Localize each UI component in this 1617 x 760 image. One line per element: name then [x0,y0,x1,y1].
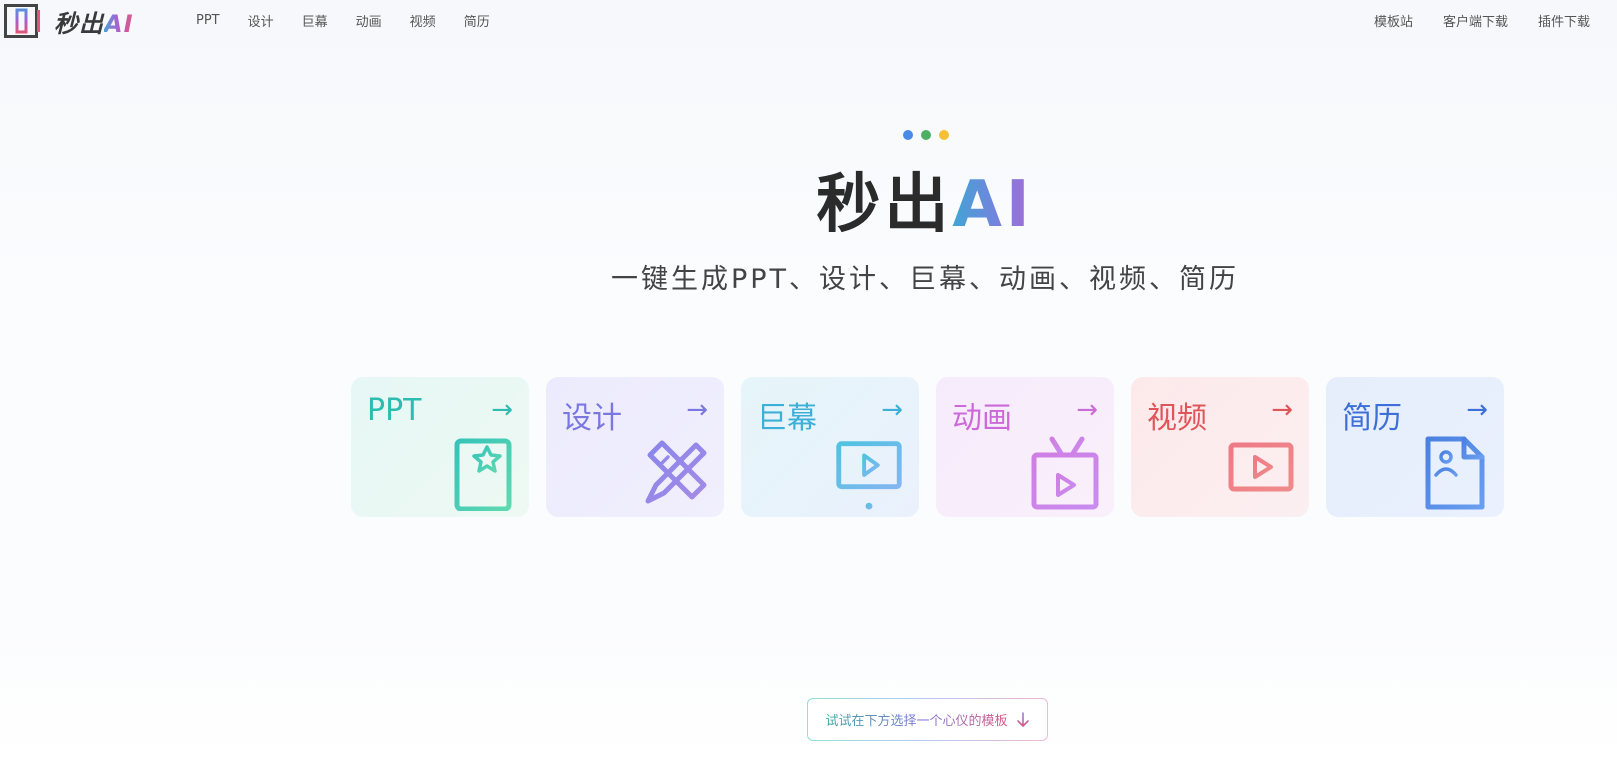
hint-text: 试试在下方选择一个心仪的模板 [825,710,1007,729]
logo[interactable]: 秒出AI [4,3,154,39]
logo-text: 秒出AI [54,9,134,38]
top-nav-bar: 秒出AI PPT 设计 巨幕 动画 视频 简历 模板站 客户端下载 插件下载 [0,0,1617,40]
card-big-screen[interactable]: 巨幕 → [741,377,919,517]
nav-item-plugin-download[interactable]: 插件下载 [1538,11,1590,30]
pencil-ruler-icon [645,440,707,504]
projector-screen-icon [829,439,909,510]
card-animation[interactable]: 动画 → [936,377,1114,517]
nav-item-design[interactable]: 设计 [248,11,274,30]
decorative-dots [903,130,957,140]
tv-play-icon [1031,436,1099,510]
nav-item-big-screen[interactable]: 巨幕 [302,11,328,30]
arrow-right-icon: → [491,395,513,425]
nav-item-client-download[interactable]: 客户端下载 [1443,11,1508,30]
arrow-right-icon: → [1076,395,1098,425]
arrow-down-icon [1016,711,1029,727]
feature-cards: PPT → 设计 → 巨幕 → 动画 → 视频 → 简历 → [351,377,1504,517]
resume-profile-icon [1425,436,1485,510]
logo-mark-icon [4,4,40,38]
card-resume[interactable]: 简历 → [1326,377,1504,517]
hero-title: 秒出AI [816,168,1034,242]
nav-item-video[interactable]: 视频 [410,11,436,30]
card-label: PPT [367,393,422,428]
arrow-right-icon: → [1466,395,1488,425]
card-label: 动画 [952,401,1012,436]
card-label: 视频 [1147,401,1207,436]
choose-template-hint-button[interactable]: 试试在下方选择一个心仪的模板 [807,698,1048,741]
laptop-play-icon [1223,442,1299,498]
nav-item-animation[interactable]: 动画 [356,11,382,30]
nav-item-resume[interactable]: 简历 [464,11,490,30]
hint-button-inner: 试试在下方选择一个心仪的模板 [808,699,1047,740]
secondary-nav: 模板站 客户端下载 插件下载 [1344,0,1590,40]
arrow-right-icon: → [686,395,708,425]
dot-green [921,130,931,140]
card-ppt[interactable]: PPT → [351,377,529,517]
main-nav: PPT 设计 巨幕 动画 视频 简历 [196,0,518,40]
dot-yellow [939,130,949,140]
card-label: 简历 [1342,401,1402,436]
card-video[interactable]: 视频 → [1131,377,1309,517]
card-label: 设计 [562,401,622,436]
nav-item-ppt[interactable]: PPT [196,13,220,28]
hero-subtitle: 一键生成PPT、设计、巨幕、动画、视频、简历 [610,264,1240,295]
card-label: 巨幕 [757,401,817,436]
arrow-right-icon: → [881,395,903,425]
nav-item-template-site[interactable]: 模板站 [1374,11,1413,30]
card-design[interactable]: 设计 → [546,377,724,517]
arrow-right-icon: → [1271,395,1293,425]
ppt-document-star-icon [454,438,512,511]
dot-blue [903,130,913,140]
